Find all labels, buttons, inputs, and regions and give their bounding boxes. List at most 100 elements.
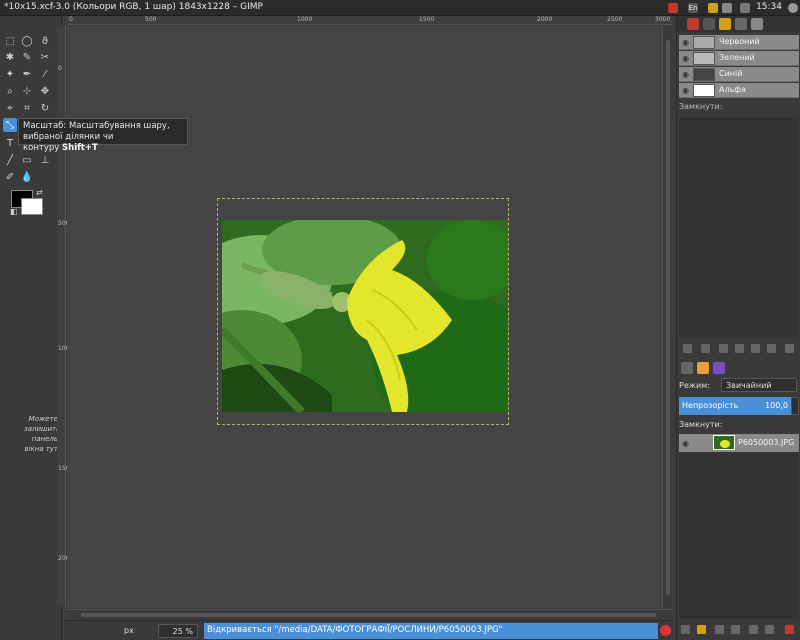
lower-icon[interactable] (731, 625, 740, 634)
channels-iconbar (677, 342, 800, 356)
tab-layers-icon[interactable] (687, 18, 699, 30)
ruler-tick-label: 0 (69, 16, 73, 23)
unit-selector[interactable]: px (120, 624, 154, 638)
zoom-selector[interactable]: 25 % (158, 624, 198, 638)
align-icon[interactable]: ⌖ (3, 101, 17, 115)
reset-colors-icon[interactable]: ◧ (10, 207, 18, 216)
raise-icon[interactable] (715, 625, 724, 634)
lasso-icon[interactable]: ϑ (38, 34, 52, 48)
move-icon[interactable]: ✥ (38, 84, 52, 98)
foreground-select-icon[interactable]: ✦ (3, 67, 17, 81)
blur-icon[interactable]: 💧 (20, 170, 34, 184)
opacity-slider[interactable]: Непрозорість 100,0 (679, 397, 791, 415)
tab-layers-icon[interactable] (681, 362, 693, 374)
scroll-thumb[interactable] (666, 40, 670, 595)
gear-icon[interactable] (788, 3, 798, 13)
ink-icon[interactable]: ✐ (3, 170, 17, 184)
swap-colors-icon[interactable]: ⇄ (36, 188, 43, 197)
ruler-tick-label: 2000 (537, 16, 553, 23)
delete-icon[interactable] (785, 625, 794, 634)
photo-image (222, 220, 508, 412)
channel-row[interactable]: ◉ Альфа (679, 83, 799, 98)
channel-row[interactable]: ◉ Червоний (679, 35, 799, 50)
text-icon[interactable]: T (3, 136, 17, 150)
color-select-icon[interactable]: ✎ (20, 50, 34, 64)
toolbox: ⬚ ◯ ϑ ✱ ✎ ✂ ✦ ✒ ⁄ ⌕ ⊹ ✥ ⌖ ⌗ ↻ ⤡ ▰ ◈ T ╱ … (0, 16, 62, 640)
eye-icon[interactable]: ◉ (682, 70, 689, 79)
scissors-icon[interactable]: ✂ (38, 50, 52, 64)
eraser-icon[interactable]: ▭ (20, 153, 34, 167)
tab-patterns-icon[interactable] (697, 362, 709, 374)
ruler-tick-label: 3000 (655, 16, 671, 23)
rotate-icon[interactable]: ↻ (38, 101, 52, 115)
paintbrush-icon[interactable]: ╱ (3, 153, 17, 167)
tab-channels-icon[interactable] (703, 18, 715, 30)
cucumber-flower-photo[interactable] (222, 220, 508, 412)
layer-row[interactable]: ◉ P6050003.JPG (679, 434, 799, 452)
image-canvas[interactable] (67, 26, 672, 608)
eye-icon[interactable]: ◉ (682, 86, 689, 95)
background-color-swatch[interactable] (21, 198, 43, 215)
layer-thumbnail-image (714, 436, 734, 449)
measure-icon[interactable]: ⊹ (20, 84, 34, 98)
vertical-scrollbar[interactable] (662, 26, 672, 608)
network-icon[interactable] (722, 3, 732, 13)
ruler-tick-label: 1500 (419, 16, 435, 23)
cancel-icon[interactable] (660, 625, 671, 636)
lower-icon[interactable] (735, 344, 744, 353)
selection-icon[interactable] (767, 344, 776, 353)
channel-row[interactable]: ◉ Синій (679, 67, 799, 82)
new-channel-icon[interactable] (701, 344, 710, 353)
channels-list-area[interactable] (679, 117, 799, 337)
volume-icon[interactable] (740, 3, 750, 13)
scale-icon[interactable]: ⤡ (3, 118, 17, 132)
keyboard-layout-indicator[interactable]: En (688, 3, 698, 13)
opacity-spinner[interactable] (791, 397, 799, 415)
channel-row[interactable]: ◉ Зелений (679, 51, 799, 66)
dock-tabs (677, 16, 800, 32)
ellipse-select-icon[interactable]: ◯ (20, 34, 34, 48)
horizontal-scrollbar[interactable] (67, 609, 672, 619)
fuzzy-select-icon[interactable]: ✱ (3, 50, 17, 64)
mode-select[interactable]: Звичайний (721, 378, 797, 392)
eye-icon[interactable]: ◉ (682, 439, 689, 448)
vertical-ruler[interactable]: 0 500 1000 1500 2000 (57, 25, 73, 607)
scroll-thumb[interactable] (81, 613, 656, 617)
airbrush-icon[interactable]: ⊥ (38, 153, 52, 167)
tab-menu-icon[interactable] (751, 18, 763, 30)
delete-icon[interactable] (785, 344, 794, 353)
layers-tabs (677, 360, 800, 376)
transfer-icon[interactable] (708, 3, 718, 13)
new-layer-icon[interactable] (681, 625, 690, 634)
channel-label: Червоний (719, 37, 760, 46)
tab-undo-icon[interactable] (719, 18, 731, 30)
channel-thumbnail (693, 36, 715, 49)
tab-colors-icon[interactable] (713, 362, 725, 374)
clock[interactable]: 15:34 (756, 2, 782, 12)
zoom-icon[interactable]: ⌕ (3, 84, 17, 98)
raise-icon[interactable] (719, 344, 728, 353)
layers-iconbar (677, 623, 800, 637)
rect-select-icon[interactable]: ⬚ (3, 34, 17, 48)
layers-list-area[interactable] (679, 453, 799, 619)
tool-tooltip: Масштаб: Масштабування шару, вибраної ді… (18, 118, 188, 153)
color-picker-icon[interactable]: ⁄ (38, 67, 52, 81)
dock-hint: Можете залишити панель вікна тут (24, 415, 61, 453)
eye-icon[interactable]: ◉ (682, 54, 689, 63)
crop-icon[interactable]: ⌗ (20, 101, 34, 115)
eye-icon[interactable]: ◉ (682, 38, 689, 47)
duplicate-icon[interactable] (749, 625, 758, 634)
paths-icon[interactable]: ✒ (20, 67, 34, 81)
title-bar: *10x15.xcf-3.0 (Кольори RGB, 1 шар) 1843… (0, 0, 800, 16)
anchor-icon[interactable] (765, 625, 774, 634)
tab-paths-icon[interactable] (735, 18, 747, 30)
duplicate-icon[interactable] (751, 344, 760, 353)
ruler-tick-label: 500 (145, 16, 157, 23)
app-indicator-icon[interactable] (668, 3, 678, 13)
edit-icon[interactable] (683, 344, 692, 353)
tooltip-line-1: Масштаб: Масштабування шару, (23, 121, 170, 131)
new-group-icon[interactable] (697, 625, 706, 634)
horizontal-ruler[interactable]: 0 500 1000 1500 2000 2500 3000 (67, 16, 672, 25)
channel-label: Синій (719, 69, 743, 78)
channel-thumbnail (693, 52, 715, 65)
